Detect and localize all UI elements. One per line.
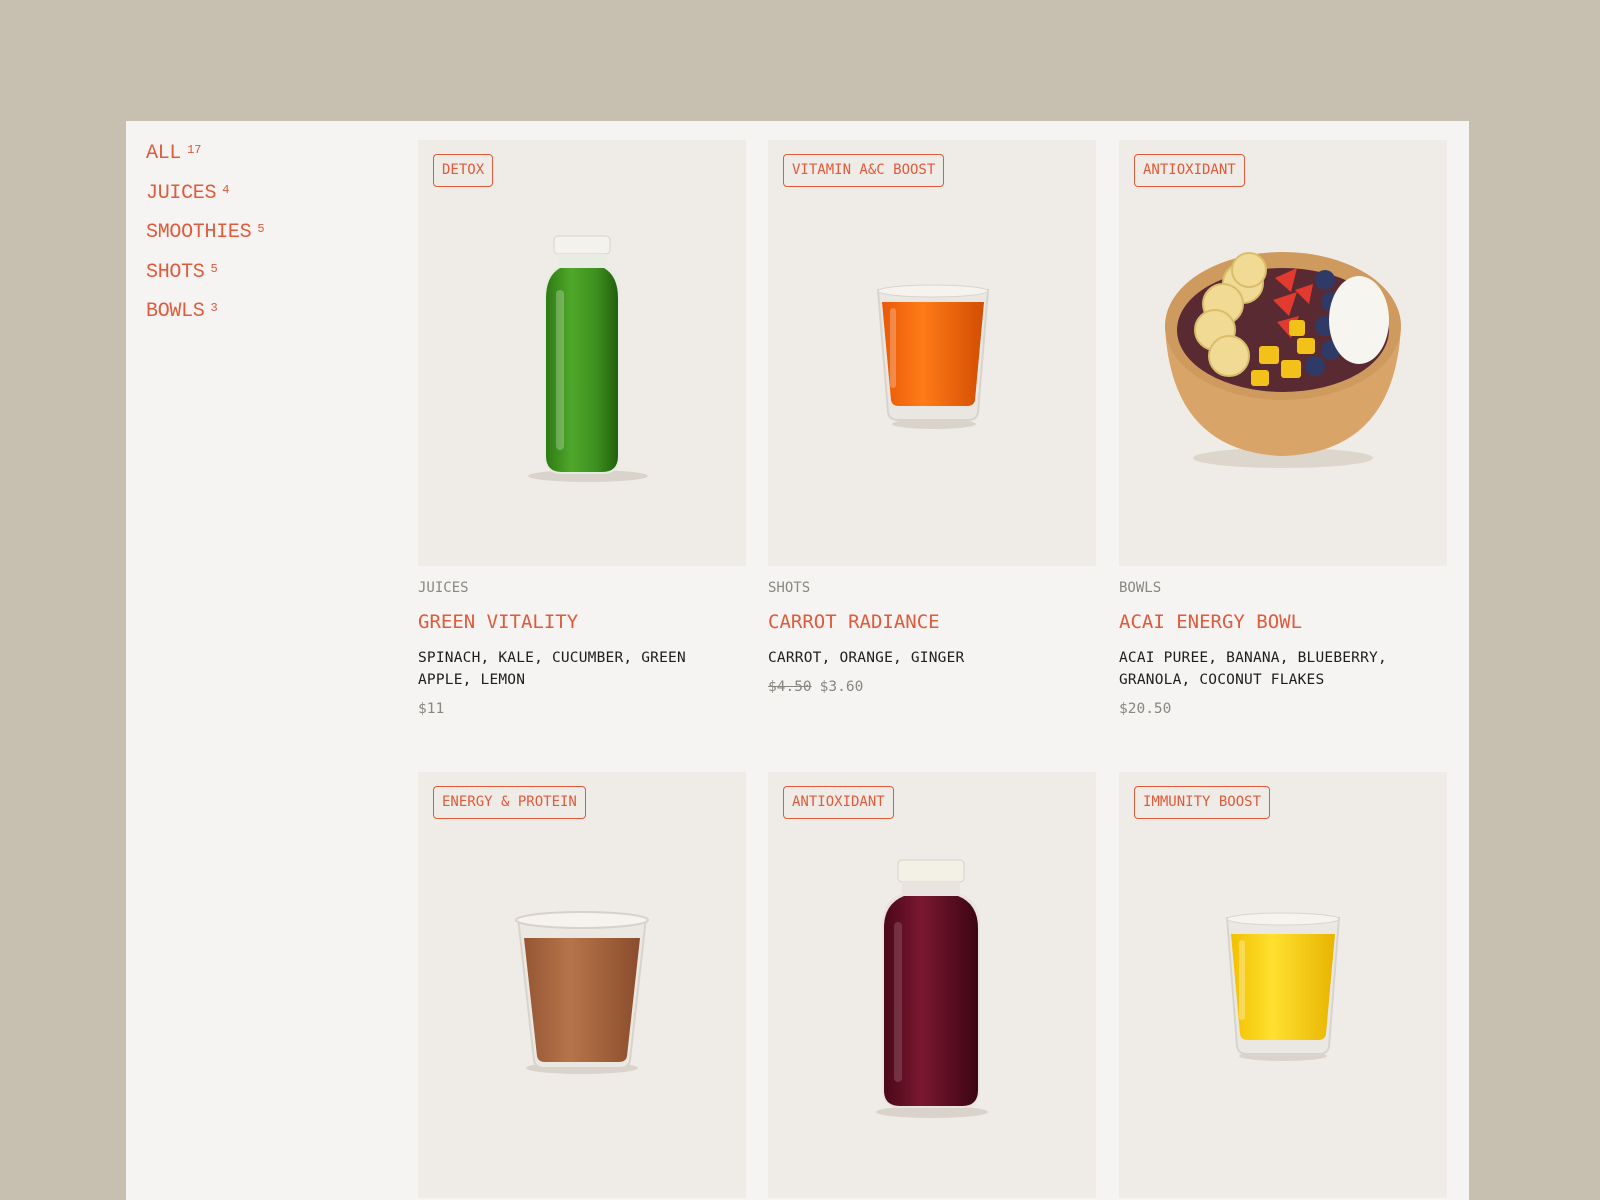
category-label: SMOOTHIES: [146, 221, 252, 244]
product-ingredients: CARROT, ORANGE, GINGER: [768, 650, 965, 666]
product-image-area[interactable]: ENERGY & PROTEIN: [418, 772, 746, 1198]
product-tag: ANTIOXIDANT: [1134, 154, 1245, 187]
product-image-area[interactable]: DETOX: [418, 140, 746, 566]
category-label: JUICES: [146, 181, 217, 205]
category-shots[interactable]: SHOTS 5: [146, 260, 396, 300]
category-count: 3: [210, 301, 218, 315]
product-card[interactable]: DETOX JUICES GREEN VITALITY SPINACH, KAL…: [418, 140, 746, 717]
product-image-area[interactable]: ANTIOXIDANT: [768, 772, 1096, 1198]
category-label: SHOTS: [146, 260, 205, 284]
price-value: $20.50: [1119, 701, 1172, 717]
product-ingredients: ACAI PUREE, BANANA, BLUEBERRY, GRANOLA, …: [1119, 650, 1387, 688]
category-sidebar: ALL 17 JUICES 4 SMOOTHIES 5 SHOTS 5 BOWL…: [146, 141, 396, 339]
green-juice-bottle-image: [528, 235, 648, 482]
product-image-area[interactable]: IMMUNITY BOOST: [1119, 772, 1447, 1198]
chocolate-smoothie-cup-image: [515, 911, 649, 1074]
category-all[interactable]: ALL 17: [146, 141, 396, 181]
product-name[interactable]: ACAI ENERGY BOWL: [1119, 610, 1447, 634]
old-price: $4.50: [768, 679, 812, 695]
orange-shot-glass-image: [876, 284, 990, 429]
product-card[interactable]: ANTIOXIDANT BOWLS ACAI ENERGY BOWL ACAI …: [1119, 140, 1447, 717]
product-category: SHOTS: [768, 580, 811, 596]
product-category: BOWLS: [1119, 580, 1162, 596]
product-tag: ANTIOXIDANT: [783, 786, 894, 819]
acai-bowl-image: [1165, 252, 1401, 468]
berry-juice-bottle-image: [876, 859, 988, 1118]
product-tag: DETOX: [433, 154, 494, 187]
product-category: JUICES: [418, 580, 469, 596]
category-bowls[interactable]: BOWLS 3: [146, 299, 396, 339]
category-count: 17: [187, 143, 202, 157]
product-ingredients: SPINACH, KALE, CUCUMBER, GREEN APPLE, LE…: [418, 650, 686, 688]
product-card[interactable]: VITAMIN A&C BOOST SHOTS CARROT RADIANCE …: [768, 140, 1096, 695]
product-tag: IMMUNITY BOOST: [1134, 786, 1271, 819]
product-image-area[interactable]: VITAMIN A&C BOOST: [768, 140, 1096, 566]
catalog-panel: ALL 17 JUICES 4 SMOOTHIES 5 SHOTS 5 BOWL…: [126, 121, 1469, 1200]
category-smoothies[interactable]: SMOOTHIES 5: [146, 220, 396, 260]
category-juices[interactable]: JUICES 4: [146, 181, 396, 221]
category-label: ALL: [146, 142, 182, 165]
category-count: 4: [222, 182, 230, 197]
product-name[interactable]: GREEN VITALITY: [418, 610, 746, 634]
product-tag: VITAMIN A&C BOOST: [783, 154, 945, 187]
product-price: $20.50: [1119, 701, 1447, 717]
product-price: $4.50 $3.60: [768, 679, 1096, 695]
category-count: 5: [257, 222, 265, 236]
product-price: $11: [418, 701, 746, 717]
product-name[interactable]: CARROT RADIANCE: [768, 610, 1096, 634]
product-card[interactable]: ANTIOXIDANT: [768, 772, 1096, 1198]
price-value: $11: [418, 701, 445, 717]
product-card[interactable]: IMMUNITY BOOST: [1119, 772, 1447, 1198]
product-card[interactable]: ENERGY & PROTEIN: [418, 772, 746, 1198]
product-tag: ENERGY & PROTEIN: [433, 786, 586, 819]
category-label: BOWLS: [146, 300, 205, 323]
yellow-shot-glass-image: [1225, 912, 1341, 1061]
product-image-area[interactable]: ANTIOXIDANT: [1119, 140, 1447, 566]
category-count: 5: [210, 261, 218, 276]
price-value: $3.60: [819, 679, 864, 695]
